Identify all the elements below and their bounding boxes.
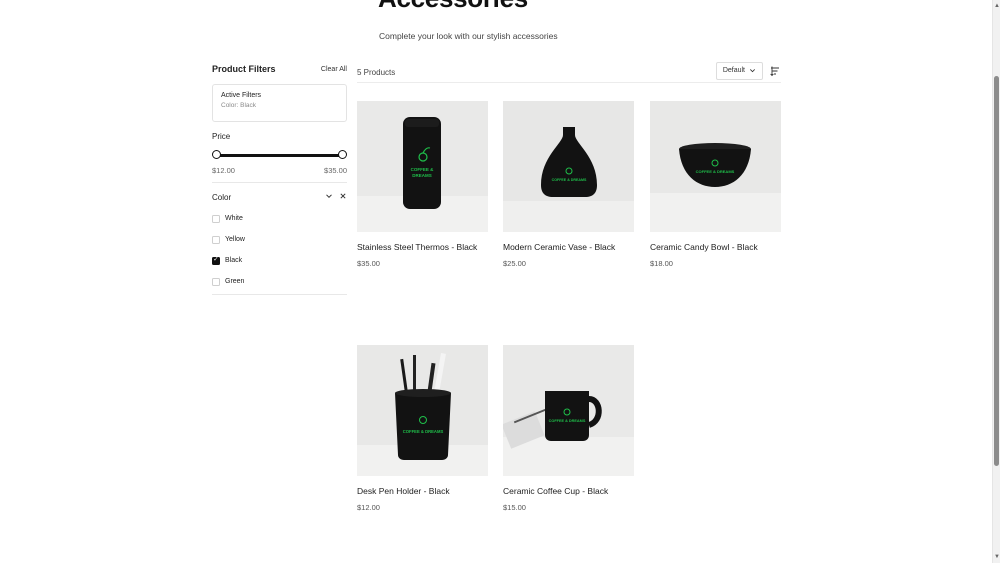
product-name[interactable]: Modern Ceramic Vase - Black (503, 238, 634, 257)
product-price: $35.00 (357, 259, 380, 268)
color-option-label: Green (225, 278, 245, 285)
chevron-down-icon (750, 69, 755, 73)
svg-text:DREAMS: DREAMS (412, 173, 432, 178)
svg-text:COFFEE & DREAMS: COFFEE & DREAMS (552, 178, 587, 182)
price-range-labels: $12.00 $35.00 (212, 166, 347, 175)
price-max-label: $35.00 (324, 166, 347, 175)
svg-text:COFFEE &: COFFEE & (411, 167, 435, 172)
product-price: $12.00 (357, 503, 380, 512)
product-card[interactable]: COFFEE & DREAMS Stainless Steel Thermos … (357, 101, 488, 268)
color-filter-header: Color (212, 191, 347, 203)
price-min-handle[interactable] (212, 150, 221, 159)
product-name[interactable]: Ceramic Coffee Cup - Black (503, 482, 634, 501)
checkbox[interactable] (212, 277, 220, 286)
color-option-label: White (225, 215, 243, 222)
filters-header: Product Filters Clear All (212, 62, 347, 76)
product-name[interactable]: Ceramic Candy Bowl - Black (650, 238, 781, 257)
price-min-label: $12.00 (212, 166, 235, 175)
sort-select[interactable]: Default (715, 61, 763, 80)
color-option-label: Black (225, 257, 243, 264)
sort-value: Default (722, 67, 745, 74)
scrollbar-thumb[interactable] (994, 76, 999, 466)
price-slider-track (216, 154, 343, 157)
product-price: $18.00 (650, 259, 673, 268)
product-price: $15.00 (503, 503, 526, 512)
product-image-vase[interactable]: COFFEE & DREAMS (503, 101, 634, 232)
product-image-mug[interactable]: COFFEE & DREAMS (503, 345, 634, 476)
checkbox[interactable] (212, 214, 220, 223)
product-toolbar: 5 Products Default (357, 61, 781, 83)
active-filters-box: Active Filters Color: Black (212, 84, 347, 122)
divider (212, 294, 347, 295)
color-option-black[interactable]: ✓ Black (212, 250, 347, 271)
close-icon[interactable] (339, 192, 347, 202)
color-option-label: Yellow (225, 236, 245, 243)
product-name[interactable]: Desk Pen Holder - Black (357, 482, 488, 501)
product-image-bowl[interactable]: COFFEE & DREAMS (650, 101, 781, 232)
page-title: Accessories (378, 0, 528, 11)
product-image-pen-holder[interactable]: COFFEE & DREAMS (357, 345, 488, 476)
chevron-down-icon[interactable] (325, 192, 333, 202)
filter-sort-icon[interactable] (769, 65, 781, 77)
filters-sidebar: Product Filters Clear All Active Filters… (212, 62, 347, 295)
color-filter-title: Color (212, 192, 232, 202)
color-option-yellow[interactable]: Yellow (212, 229, 347, 250)
scroll-up-arrow-icon[interactable]: ▲ (994, 3, 1000, 9)
svg-text:COFFEE & DREAMS: COFFEE & DREAMS (403, 429, 444, 434)
product-card[interactable]: COFFEE & DREAMS Ceramic Coffee Cup - Bla… (503, 345, 634, 512)
product-image-thermos[interactable]: COFFEE & DREAMS (357, 101, 488, 232)
clear-all-button[interactable]: Clear All (321, 66, 347, 73)
svg-text:COFFEE & DREAMS: COFFEE & DREAMS (696, 169, 735, 174)
product-card[interactable]: COFFEE & DREAMS Modern Ceramic Vase - Bl… (503, 101, 634, 268)
color-options: White Yellow ✓ Black Green (212, 208, 347, 292)
divider (212, 182, 347, 183)
product-name[interactable]: Stainless Steel Thermos - Black (357, 238, 488, 257)
scroll-down-arrow-icon[interactable]: ▼ (994, 554, 1000, 560)
checkbox-checked[interactable]: ✓ (212, 256, 220, 265)
product-card[interactable]: COFFEE & DREAMS Desk Pen Holder - Black … (357, 345, 488, 512)
color-option-green[interactable]: Green (212, 271, 347, 292)
checkbox[interactable] (212, 235, 220, 244)
product-count: 5 Products (357, 68, 396, 77)
price-filter-title: Price (212, 132, 231, 141)
active-filters-title: Active Filters (221, 92, 262, 99)
color-option-white[interactable]: White (212, 208, 347, 229)
product-price: $25.00 (503, 259, 526, 268)
svg-text:COFFEE & DREAMS: COFFEE & DREAMS (549, 419, 586, 423)
active-filter-value: Color: Black (221, 102, 257, 109)
filters-title: Product Filters (212, 64, 276, 74)
product-card[interactable]: COFFEE & DREAMS Ceramic Candy Bowl - Bla… (650, 101, 781, 268)
price-range-slider[interactable] (212, 149, 347, 161)
price-max-handle[interactable] (338, 150, 347, 159)
page-subtitle: Complete your look with our stylish acce… (379, 31, 558, 41)
page-scrollbar[interactable]: ▲ ▼ (992, 0, 1000, 563)
